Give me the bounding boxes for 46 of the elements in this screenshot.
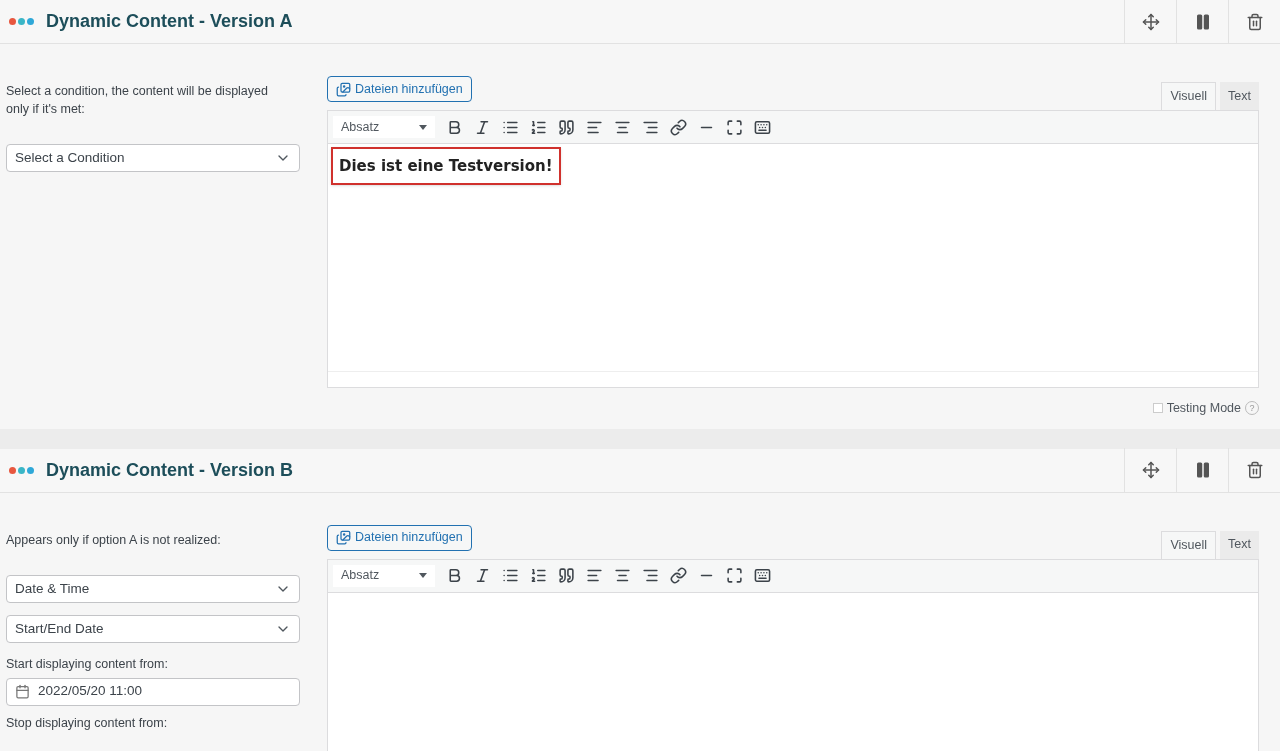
format-select[interactable]: Absatz — [333, 116, 435, 138]
condition-hint: Select a condition, the content will be displayed only if it's met: — [6, 83, 269, 118]
numbered-list-icon[interactable] — [530, 118, 547, 136]
media-icon — [336, 530, 351, 546]
add-media-button[interactable]: Dateien hinzufügen — [327, 524, 472, 551]
keyboard-icon[interactable] — [754, 567, 771, 585]
field-label: Stop displaying content from: — [6, 714, 169, 732]
quote-icon[interactable] — [558, 567, 575, 585]
italic-icon[interactable] — [474, 118, 491, 136]
keyboard-icon[interactable] — [754, 118, 771, 136]
bold-icon[interactable] — [446, 567, 463, 585]
editor-tab[interactable]: Text — [1220, 82, 1259, 110]
add-media-button[interactable]: Dateien hinzufügen — [327, 76, 472, 102]
fullscreen-icon[interactable] — [726, 567, 743, 585]
field-label: Start displaying content from: — [6, 655, 169, 673]
condition-hint: Appears only if option A is not realized: — [6, 531, 222, 549]
trash-icon[interactable] — [1245, 461, 1264, 480]
editor-tab[interactable]: Visuell — [1161, 82, 1217, 110]
testing-mode-label: Testing Mode — [1166, 400, 1241, 417]
testing-mode-checkbox[interactable] — [1152, 403, 1163, 414]
link-icon[interactable] — [670, 567, 687, 585]
fullscreen-icon[interactable] — [726, 118, 743, 136]
media-icon — [336, 81, 351, 97]
link-icon[interactable] — [670, 118, 687, 136]
calendar-icon — [15, 684, 30, 699]
trash-icon[interactable] — [1245, 12, 1264, 31]
condition-select[interactable]: Start/End Date — [6, 614, 300, 643]
numbered-list-icon[interactable] — [530, 567, 547, 585]
panel-title: Dynamic Content - Version B — [46, 458, 295, 482]
dropdown-caret-icon — [419, 573, 427, 579]
editor-text: Dies ist eine Testversion! — [339, 157, 553, 175]
dots-icon — [9, 18, 34, 25]
panel-title: Dynamic Content - Version A — [46, 10, 294, 33]
move-icon[interactable] — [1141, 461, 1160, 480]
date-field[interactable]: 2022/05/20 11:00 — [6, 677, 300, 706]
format-select[interactable]: Absatz — [333, 564, 435, 587]
condition-select[interactable]: Select a Condition — [6, 144, 300, 172]
dropdown-caret-icon — [419, 124, 427, 130]
quote-icon[interactable] — [558, 118, 575, 136]
italic-icon[interactable] — [474, 567, 491, 585]
editor-tab[interactable]: Visuell — [1161, 530, 1217, 559]
condition-select[interactable]: Date & Time — [6, 574, 300, 603]
dots-icon — [9, 466, 34, 474]
move-icon[interactable] — [1141, 12, 1160, 31]
editor-tab[interactable]: Text — [1220, 530, 1259, 559]
bold-icon[interactable] — [446, 118, 463, 136]
